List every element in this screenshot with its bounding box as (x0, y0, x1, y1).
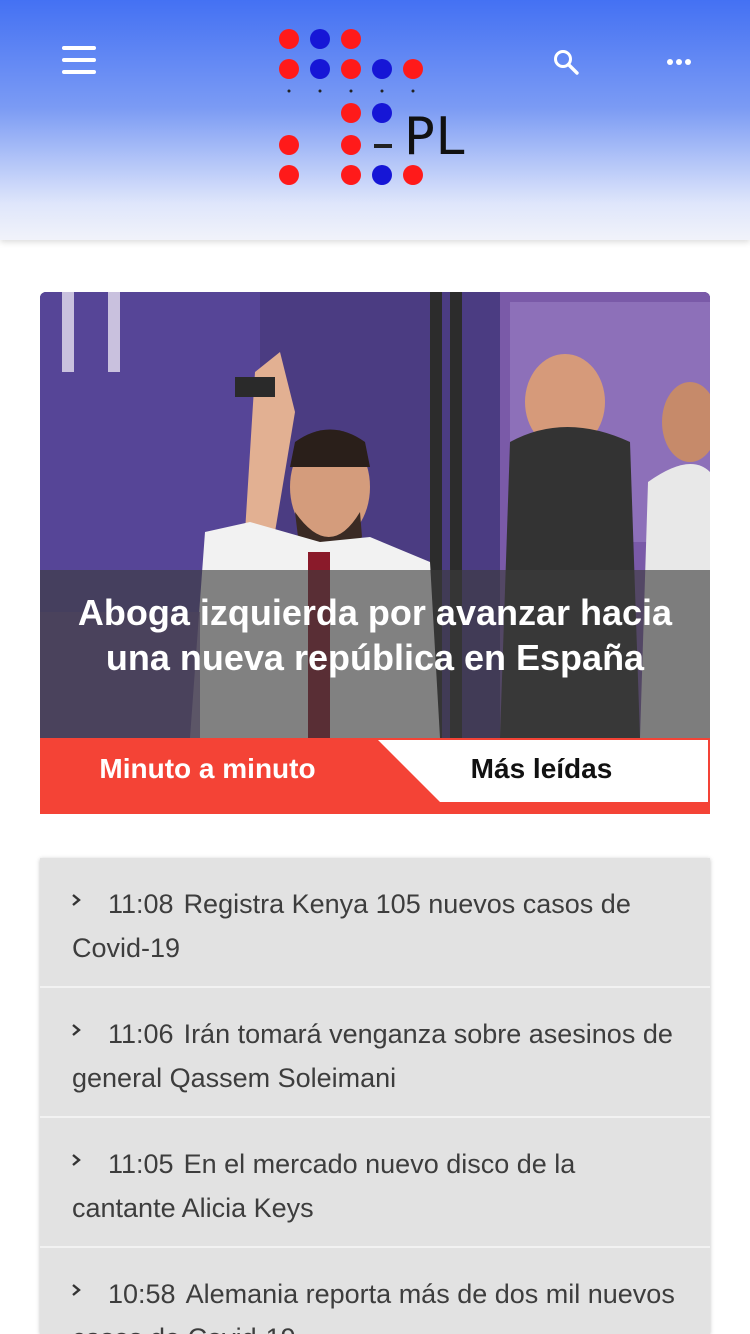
news-item[interactable]: 11:05 En el mercado nuevo disco de la can… (40, 1118, 710, 1248)
logo-dots (279, 29, 423, 185)
news-text[interactable]: 11:08 Registra Kenya 105 nuevos casos de … (72, 882, 682, 970)
news-list: 11:08 Registra Kenya 105 nuevos casos de … (40, 858, 710, 1334)
more-horizontal-icon[interactable] (664, 52, 694, 72)
slide-title[interactable]: Aboga izquierda por avanzar hacia una nu… (60, 590, 690, 680)
featured-slider[interactable]: Aboga izquierda por avanzar hacia una nu… (40, 292, 710, 738)
news-text[interactable]: 11:06 Irán tomará venganza sobre asesinos… (72, 1012, 682, 1100)
logo-text: PL (404, 107, 467, 167)
hamburger-menu-icon[interactable] (62, 46, 96, 74)
news-text[interactable]: 10:58 Alemania reporta más de dos mil nue… (72, 1272, 682, 1334)
tab-mas-leidas[interactable]: Más leídas (440, 738, 643, 800)
news-item[interactable]: 11:08 Registra Kenya 105 nuevos casos de … (40, 858, 710, 988)
app-header: PL (0, 0, 750, 240)
news-time: 11:05 (108, 1149, 174, 1179)
news-text[interactable]: 11:05 En el mercado nuevo disco de la can… (72, 1142, 682, 1230)
news-time: 11:06 (108, 1019, 174, 1049)
news-item[interactable]: 10:58 Alemania reporta más de dos mil nue… (40, 1248, 710, 1334)
prensa-latina-logo[interactable]: PL (270, 22, 480, 194)
slide-caption[interactable]: Aboga izquierda por avanzar hacia una nu… (40, 570, 710, 738)
news-tabs: Minuto a minuto Más leídas (40, 738, 710, 814)
news-item[interactable]: 11:06 Irán tomará venganza sobre asesinos… (40, 988, 710, 1118)
tab-minuto-a-minuto[interactable]: Minuto a minuto (40, 738, 375, 800)
search-icon[interactable] (552, 48, 580, 76)
news-time: 10:58 (108, 1279, 176, 1309)
news-time: 11:08 (108, 889, 174, 919)
